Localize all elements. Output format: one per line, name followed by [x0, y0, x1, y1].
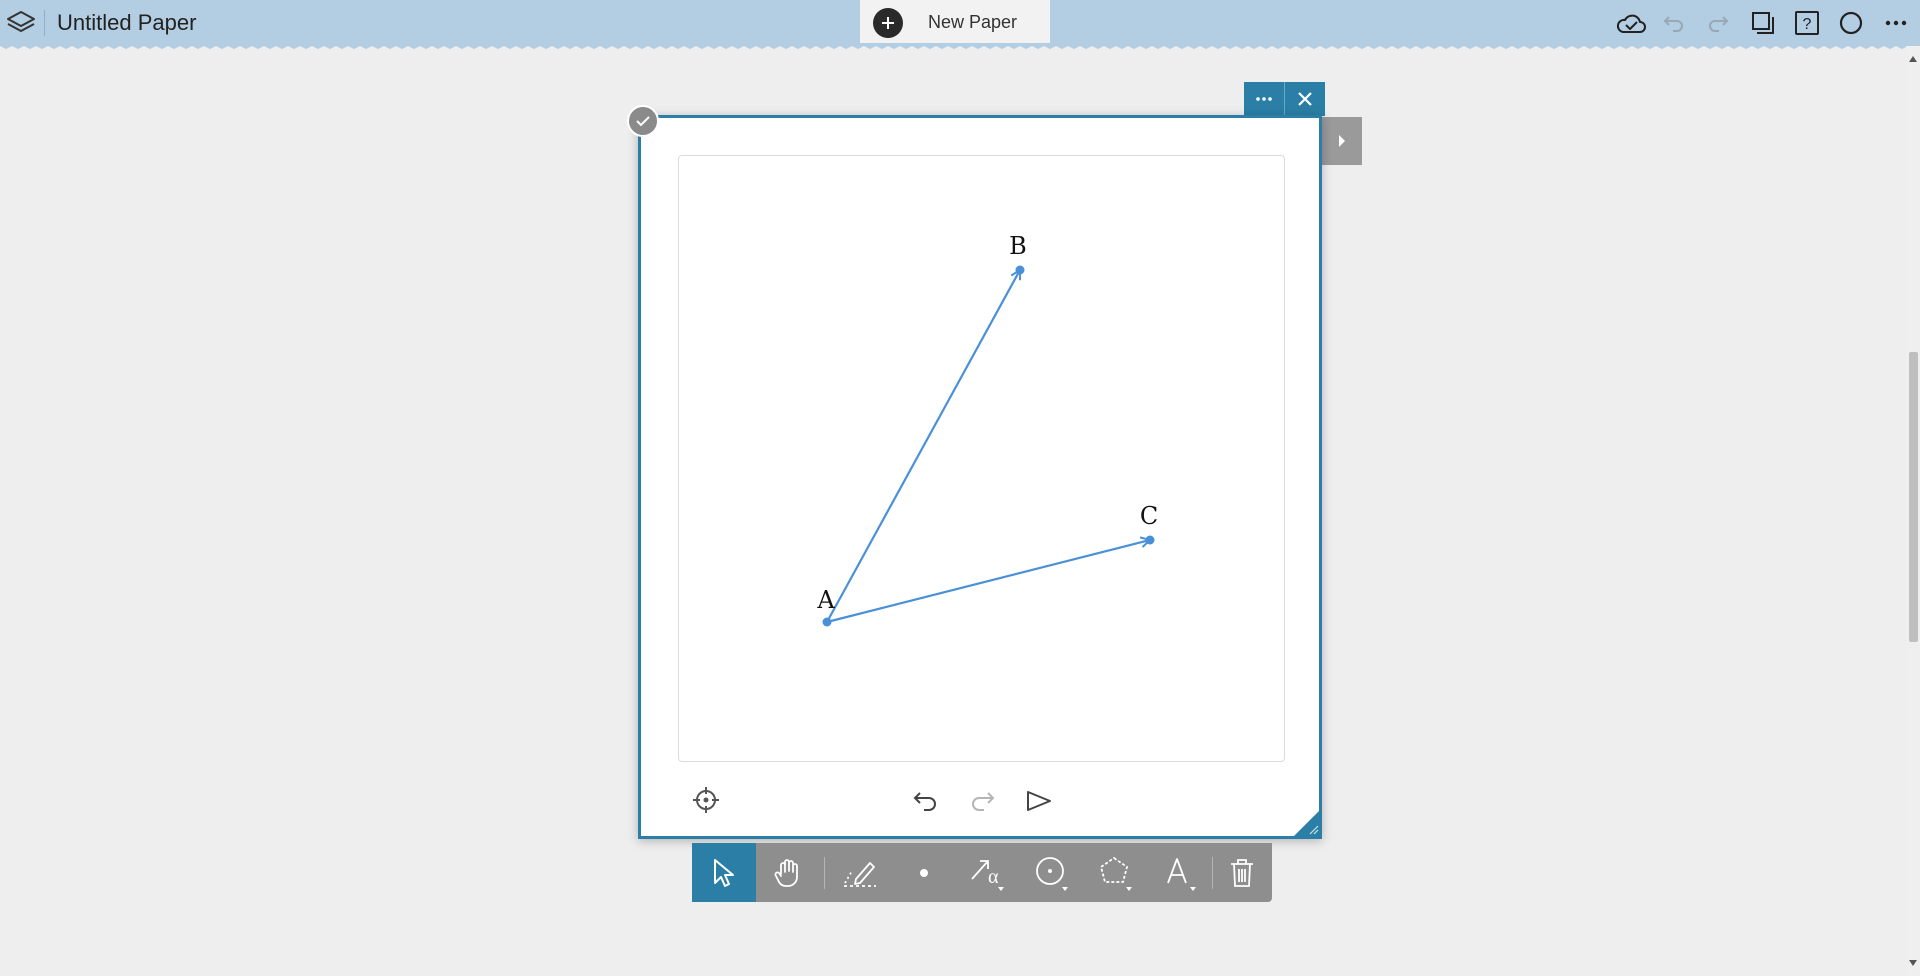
undo-icon[interactable]	[1660, 10, 1688, 36]
divider	[44, 10, 45, 36]
svg-text:α: α	[988, 866, 999, 888]
redo-icon[interactable]	[965, 786, 999, 816]
plus-icon	[873, 8, 903, 38]
page-scrollbar[interactable]	[1906, 46, 1920, 976]
tool-point[interactable]	[892, 843, 956, 902]
tool-select[interactable]	[692, 843, 756, 902]
tool-circle[interactable]	[1020, 843, 1084, 902]
point-B[interactable]	[1015, 265, 1025, 275]
point-C[interactable]	[1145, 535, 1155, 545]
tool-vector[interactable]: α	[956, 843, 1020, 902]
crosshair-icon[interactable]	[690, 784, 722, 816]
tool-text[interactable]	[1148, 843, 1212, 902]
paper-title[interactable]: Untitled Paper	[57, 10, 196, 36]
scroll-up-icon[interactable]	[1908, 54, 1918, 64]
new-paper-button[interactable]: New Paper	[860, 0, 1050, 43]
top-bar: Untitled Paper New Paper ?	[0, 0, 1920, 46]
tool-polygon[interactable]	[1084, 843, 1148, 902]
play-icon[interactable]	[1022, 786, 1056, 816]
toolbar-divider	[1212, 857, 1213, 889]
vector-AB[interactable]	[826, 270, 1020, 623]
widget-check-icon[interactable]	[627, 105, 659, 137]
widget-side-panel-toggle[interactable]	[1322, 117, 1362, 165]
svg-text:?: ?	[1803, 16, 1812, 33]
header-edge	[0, 44, 1920, 49]
toolbar-divider	[824, 857, 825, 889]
tool-delete[interactable]	[1214, 843, 1270, 902]
new-paper-label: New Paper	[928, 12, 1018, 32]
pages-icon[interactable]	[1748, 8, 1778, 38]
scroll-down-icon[interactable]	[1908, 958, 1918, 968]
point-A[interactable]	[822, 617, 832, 627]
vector-AC[interactable]	[826, 540, 1150, 624]
help-icon[interactable]: ?	[1792, 8, 1822, 38]
tool-pen[interactable]	[828, 843, 892, 902]
layers-icon[interactable]	[4, 8, 38, 38]
point-label-B: B	[1009, 232, 1027, 260]
tool-pan[interactable]	[756, 843, 820, 902]
scroll-thumb[interactable]	[1909, 352, 1918, 642]
tools-toolbar: α	[692, 843, 1272, 902]
redo-icon[interactable]	[1704, 10, 1732, 36]
point-label-A: A	[816, 586, 835, 614]
widget-close-button[interactable]	[1285, 82, 1325, 116]
undo-icon[interactable]	[909, 786, 943, 816]
more-icon[interactable]	[1880, 8, 1912, 38]
drawing-canvas[interactable]: A B C	[678, 155, 1285, 762]
cloud-check-icon[interactable]	[1614, 8, 1648, 38]
cursor-icon	[714, 858, 734, 887]
circle-icon[interactable]	[1836, 8, 1866, 38]
widget-resize-handle[interactable]	[1292, 808, 1322, 838]
geometry-drawing[interactable]: A B C	[679, 156, 1284, 761]
widget-menu-button[interactable]	[1244, 82, 1285, 116]
point-label-C: C	[1140, 502, 1158, 530]
